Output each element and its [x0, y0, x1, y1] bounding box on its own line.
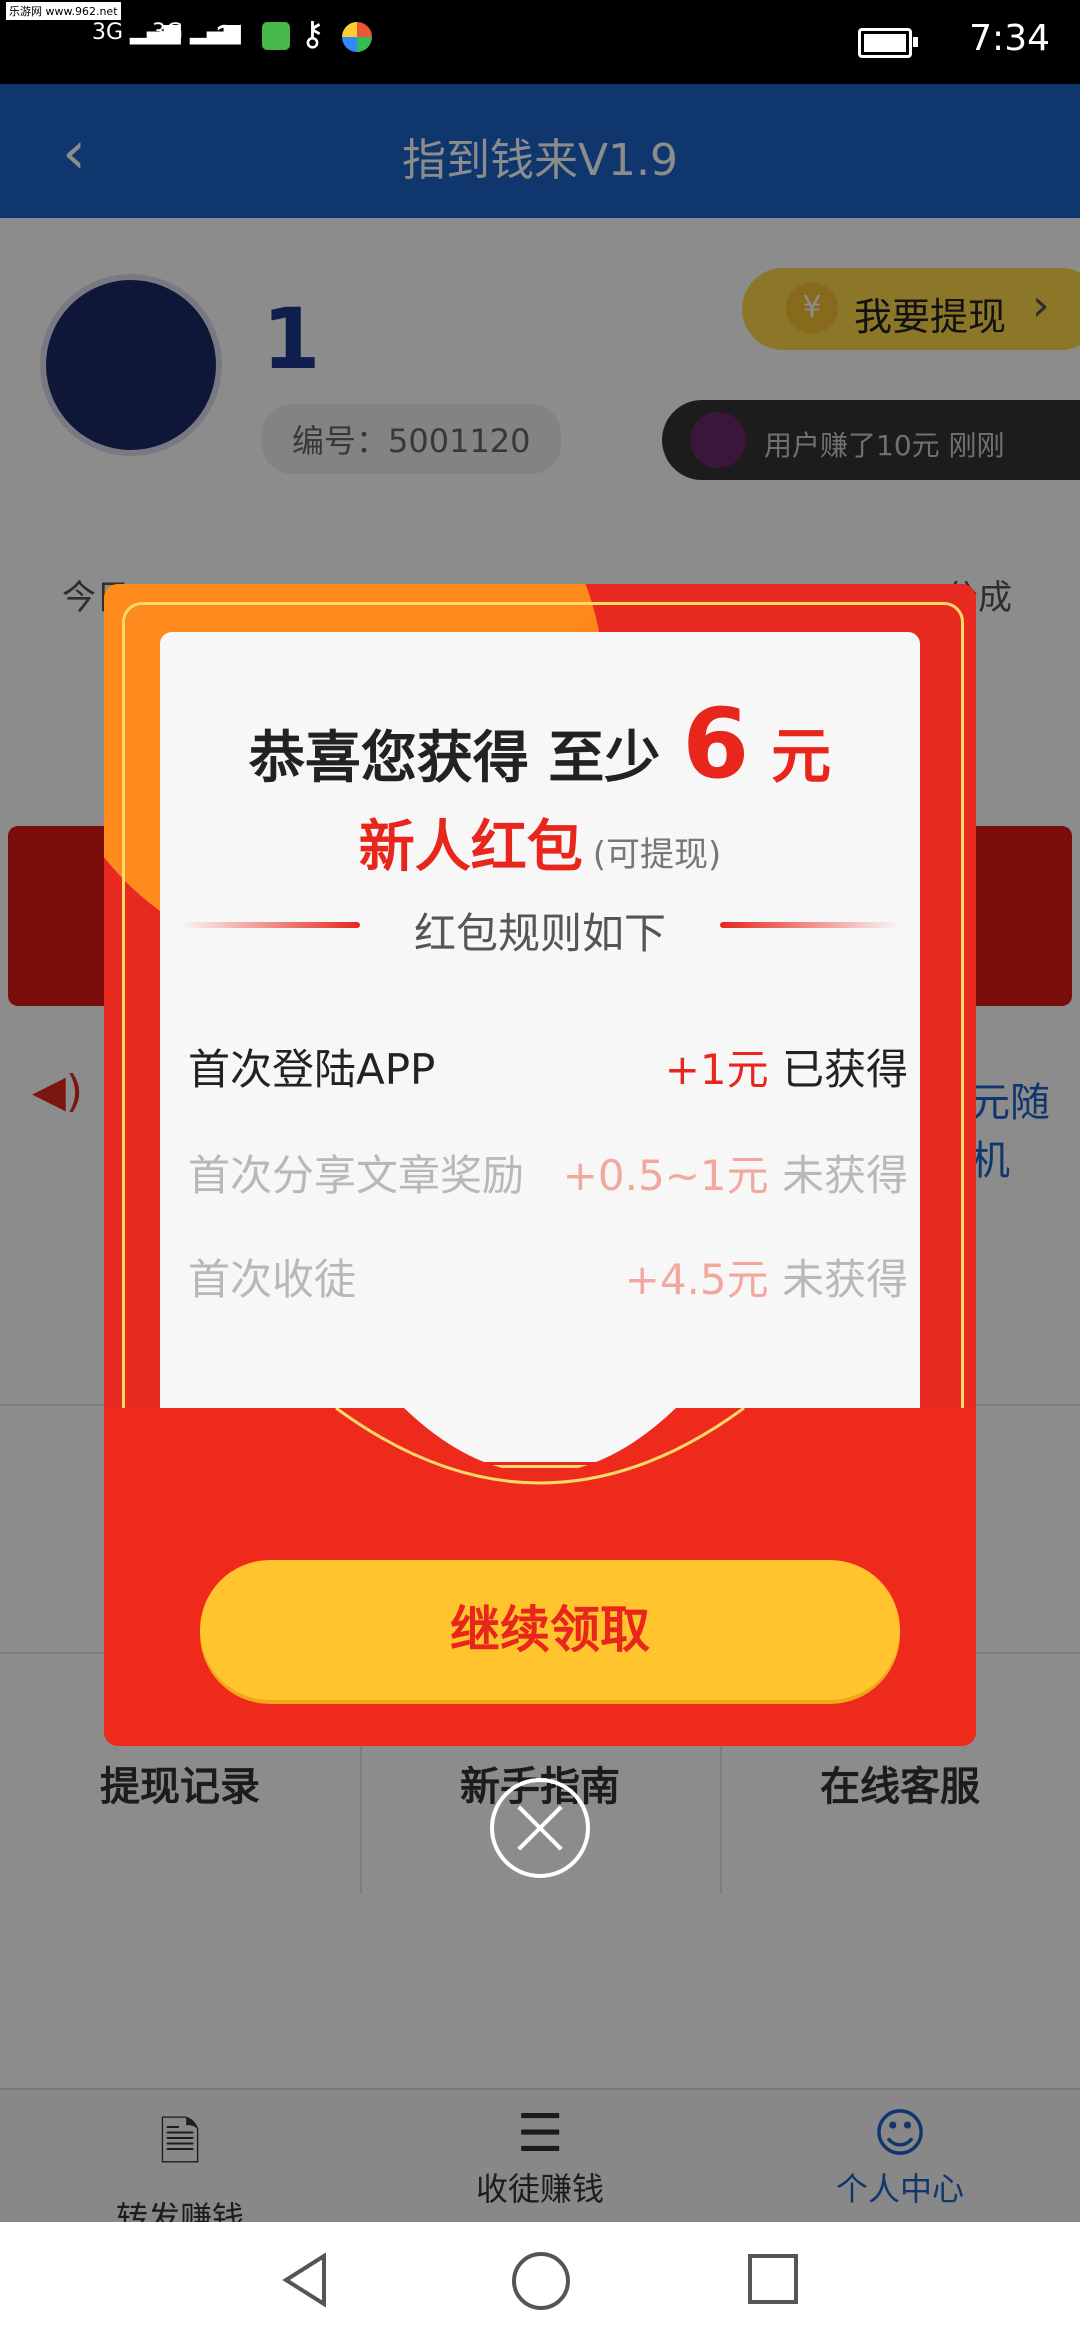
system-nav-bar — [0, 2222, 1080, 2340]
app-notification-icon — [262, 22, 290, 50]
reward-unit: 元 — [771, 722, 832, 792]
rule-label: 首次登陆APP — [188, 1045, 436, 1094]
rule-status: 未获得 — [781, 1255, 908, 1304]
watermark: 乐游网 www.962.net — [6, 2, 121, 20]
rule-amount: +4.5元 — [624, 1255, 769, 1304]
rules-title: 红包规则如下 — [413, 909, 666, 958]
headline-text: 恭喜您获得 至少 — [248, 726, 661, 791]
rule-amount: +1元 — [664, 1045, 769, 1094]
subhead-text: 新人红包 — [358, 815, 583, 880]
rule-status: 已获得 — [781, 1045, 908, 1094]
nav-back-icon[interactable] — [280, 2252, 330, 2308]
key-icon: ⚷ — [300, 14, 325, 54]
claim-button[interactable]: 继续领取 — [200, 1560, 900, 1700]
nav-home-icon[interactable] — [512, 2252, 570, 2310]
rule-amount: +0.5~1元 — [562, 1151, 769, 1200]
rule-status: 未获得 — [781, 1151, 908, 1200]
modal-subhead: 新人红包 (可提现) — [160, 802, 920, 883]
red-packet-modal: 恭喜您获得 至少 6 元 新人红包 (可提现) 红包规则如下 首次登陆APP +1元 … — [104, 584, 976, 1746]
clock: 7:34 — [969, 18, 1050, 59]
rule-row: 首次分享文章奖励 +0.5~1元 未获得 — [188, 1142, 908, 1202]
nav-recents-icon[interactable] — [748, 2254, 798, 2304]
rule-label: 首次收徒 — [188, 1255, 357, 1304]
rule-label: 首次分享文章奖励 — [188, 1151, 525, 1200]
modal-card: 恭喜您获得 至少 6 元 新人红包 (可提现) 红包规则如下 首次登陆APP +1元 … — [160, 632, 920, 1462]
close-icon[interactable] — [490, 1778, 590, 1878]
rule-row: 首次登陆APP +1元 已获得 — [188, 1036, 908, 1096]
battery-icon — [858, 28, 918, 58]
reward-amount: 6 — [682, 688, 750, 800]
subhead-note: (可提现) — [592, 835, 722, 875]
rule-row: 首次收徒 +4.5元 未获得 — [188, 1246, 908, 1306]
app-logo-icon — [342, 22, 372, 52]
divider-right — [720, 922, 900, 928]
wifi-icon: ≋ — [214, 14, 245, 55]
modal-headline: 恭喜您获得 至少 6 元 — [160, 688, 920, 800]
status-bar: 乐游网 www.962.net 3G ▂▄▆ 3G ▂▄▆ ≋ ⚷ 7:34 — [0, 0, 1080, 84]
